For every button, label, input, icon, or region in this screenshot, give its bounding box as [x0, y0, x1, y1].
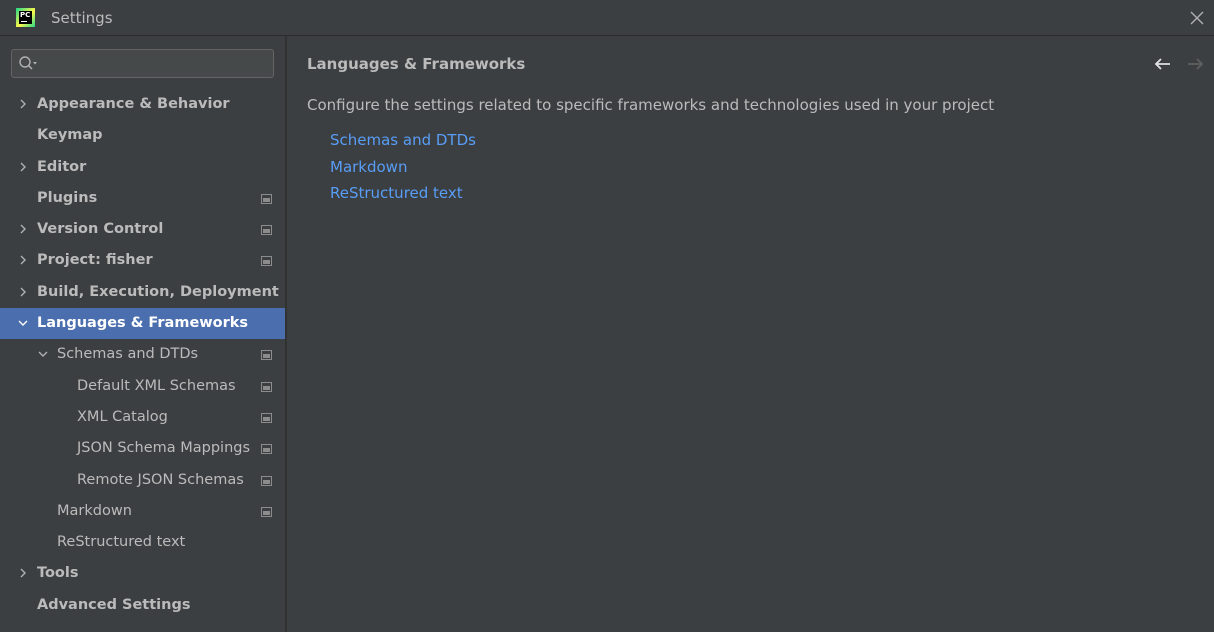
project-level-icon: [261, 256, 272, 267]
tree-item-remote-json-schemas[interactable]: Remote JSON Schemas: [0, 465, 285, 496]
tree-item-build-execution-deployment[interactable]: Build, Execution, Deployment: [0, 277, 285, 308]
tree-item-restructured-text[interactable]: ReStructured text: [0, 527, 285, 558]
page-title: Languages & Frameworks: [307, 55, 526, 73]
search-icon[interactable]: [18, 55, 38, 73]
tree-item-label: Tools: [37, 565, 79, 582]
tree-item-label: Build, Execution, Deployment: [37, 283, 279, 300]
tree-item-label: JSON Schema Mappings: [77, 440, 251, 457]
chevron-right-icon[interactable]: [18, 255, 28, 265]
project-level-icon: [261, 444, 272, 455]
project-level-icon: [261, 475, 272, 486]
tree-item-label: Markdown: [57, 502, 132, 519]
chevron-down-icon[interactable]: [38, 349, 48, 359]
tree-item-markdown[interactable]: Markdown: [0, 496, 285, 527]
tree-item-label: XML Catalog: [77, 408, 168, 425]
tree-item-default-xml-schemas[interactable]: Default XML Schemas: [0, 371, 285, 402]
tree-item-appearance-behavior[interactable]: Appearance & Behavior: [0, 89, 285, 120]
tree-item-version-control[interactable]: Version Control: [0, 214, 285, 245]
tree-item-editor[interactable]: Editor: [0, 152, 285, 183]
search-field[interactable]: [11, 49, 274, 78]
close-button[interactable]: [1188, 9, 1206, 27]
project-level-icon: [261, 506, 272, 517]
arrow-right-icon: [1188, 58, 1204, 70]
tree-item-schemas-dtds[interactable]: Schemas and DTDs: [0, 339, 285, 370]
tree-item-label: Project: fisher: [37, 252, 153, 269]
window-title: Settings: [51, 9, 113, 27]
tree-item-label: Version Control: [37, 221, 164, 238]
tree-item-xml-catalog[interactable]: XML Catalog: [0, 402, 285, 433]
search-input[interactable]: [42, 53, 271, 76]
link-restructured-text[interactable]: ReStructured text: [330, 184, 463, 202]
tree-item-json-schema-mappings[interactable]: JSON Schema Mappings: [0, 433, 285, 464]
close-icon: [1190, 11, 1204, 25]
tree-item-keymap[interactable]: Keymap: [0, 120, 285, 151]
tree-item-label: Keymap: [37, 127, 103, 144]
project-level-icon: [261, 412, 272, 423]
chevron-right-icon[interactable]: [18, 224, 28, 234]
back-button[interactable]: [1153, 56, 1173, 72]
link-schemas-dtds[interactable]: Schemas and DTDs: [330, 131, 476, 149]
project-level-icon: [261, 193, 272, 204]
settings-content-panel: Languages & Frameworks Configure the set…: [286, 36, 1214, 632]
settings-sidebar: Appearance & Behavior Keymap Editor Plug…: [0, 36, 285, 632]
tree-item-label: Plugins: [37, 189, 98, 206]
chevron-down-icon[interactable]: [18, 318, 28, 328]
tree-item-label: Languages & Frameworks: [37, 315, 249, 332]
pycharm-logo-icon: PC: [16, 8, 35, 27]
arrow-left-icon: [1154, 58, 1170, 70]
chevron-right-icon[interactable]: [18, 99, 28, 109]
tree-item-project[interactable]: Project: fisher: [0, 245, 285, 276]
project-level-icon: [261, 381, 272, 392]
tree-item-languages-frameworks[interactable]: Languages & Frameworks: [0, 308, 285, 340]
tree-item-label: Schemas and DTDs: [57, 346, 199, 363]
page-description: Configure the settings related to specif…: [307, 96, 995, 114]
tree-item-plugins[interactable]: Plugins: [0, 183, 285, 214]
project-level-icon: [261, 225, 272, 236]
project-level-icon: [261, 350, 272, 361]
tree-item-label: Default XML Schemas: [77, 377, 236, 394]
link-markdown[interactable]: Markdown: [330, 158, 407, 176]
tree-item-label: ReStructured text: [57, 534, 186, 551]
title-bar: PC Settings: [0, 0, 1214, 36]
tree-item-tools[interactable]: Tools: [0, 558, 285, 589]
tree-item-label: Remote JSON Schemas: [77, 471, 244, 488]
chevron-right-icon[interactable]: [18, 568, 28, 578]
logo-text: PC: [20, 11, 31, 19]
tree-item-advanced-settings[interactable]: Advanced Settings: [0, 590, 285, 621]
forward-button[interactable]: [1185, 56, 1205, 72]
chevron-right-icon[interactable]: [18, 162, 28, 172]
tree-item-label: Editor: [37, 158, 87, 175]
tree-item-label: Advanced Settings: [37, 596, 191, 613]
tree-item-label: Appearance & Behavior: [37, 96, 230, 112]
chevron-right-icon[interactable]: [18, 287, 28, 297]
settings-tree: Appearance & Behavior Keymap Editor Plug…: [0, 89, 285, 621]
